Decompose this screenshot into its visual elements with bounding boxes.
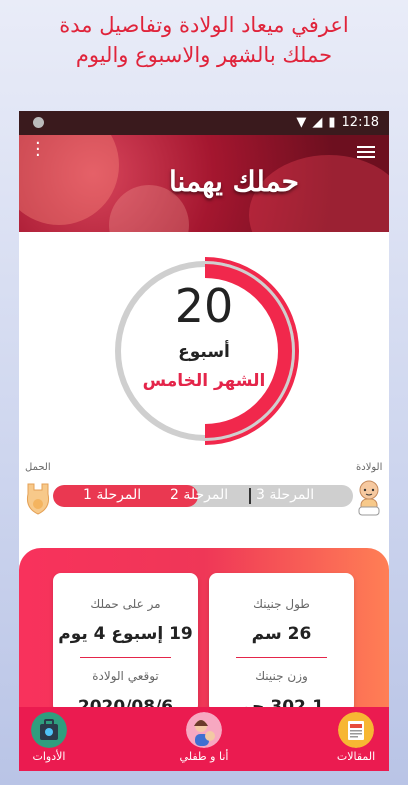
pregnancy-start-label: الحمل xyxy=(25,462,51,473)
hamburger-menu-icon[interactable] xyxy=(357,143,375,161)
status-time: 12:18 xyxy=(341,115,379,130)
nav-articles[interactable]: المقالات xyxy=(316,707,389,771)
notification-icon xyxy=(33,117,44,128)
card-divider xyxy=(80,657,171,658)
elapsed-value: 19 إسبوع 4 يوم xyxy=(58,624,193,644)
toolbox-icon xyxy=(31,712,67,748)
pregnancy-info-card: مر على حملك 19 إسبوع 4 يوم توقعي الولادة… xyxy=(53,573,198,717)
promo-line-1: اعرفي ميعاد الولادة وتفاصيل مدة xyxy=(59,13,349,37)
wifi-icon: ▼ xyxy=(296,115,307,130)
stage-divider xyxy=(249,488,251,504)
due-date-label: توقعي الولادة xyxy=(92,669,159,683)
app-title: حملك يهمنا xyxy=(169,165,299,198)
current-month-label: الشهر الخامس xyxy=(142,371,266,391)
mother-baby-icon xyxy=(186,712,222,748)
phone-screen: ▼ ◢ ▮ 12:18 · · · حملك يهمنا 20 أسبوع الشه… xyxy=(19,111,389,771)
app-header: · · · حملك يهمنا xyxy=(19,135,389,232)
current-week-number: 20 xyxy=(174,279,234,333)
nav-tools-label: الأدوات xyxy=(32,750,66,763)
nav-tools[interactable]: الأدوات xyxy=(19,707,89,771)
promo-line-2: حملك بالشهر والاسبوع واليوم xyxy=(75,43,333,67)
baby-info-card: طول جنينك 26 سم وزن جنينك 302.1 جم xyxy=(209,573,354,717)
nav-articles-label: المقالات xyxy=(336,750,376,763)
stage-2-label: المرحلة 2 xyxy=(170,487,229,503)
nav-me-baby-label: أنا و طفلي xyxy=(179,750,229,763)
status-bar: ▼ ◢ ▮ 12:18 xyxy=(19,111,389,135)
bottom-navigation: الأدوات أنا و طفلي المقالات xyxy=(19,707,389,771)
signal-icon: ◢ xyxy=(312,115,323,130)
more-options-icon[interactable]: · · · xyxy=(35,135,41,165)
battery-icon: ▮ xyxy=(328,115,336,130)
baby-icon xyxy=(358,480,380,516)
stage-3-label: المرحلة 3 xyxy=(256,487,315,503)
week-label: أسبوع xyxy=(178,342,230,362)
articles-icon xyxy=(338,712,374,748)
baby-weight-label: وزن جنينك xyxy=(255,669,308,683)
card-divider xyxy=(236,657,327,658)
header-bokeh xyxy=(19,135,119,225)
elapsed-label: مر على حملك xyxy=(90,597,161,611)
pregnant-belly-icon xyxy=(27,483,49,515)
baby-length-label: طول جنينك xyxy=(253,597,310,611)
promo-caption: اعرفي ميعاد الولادة وتفاصيل مدة حملك بال… xyxy=(0,10,408,70)
stage-1-label: المرحلة 1 xyxy=(83,487,142,503)
birth-end-label: الولادة xyxy=(356,462,383,473)
nav-me-and-baby[interactable]: أنا و طفلي xyxy=(164,707,244,771)
baby-length-value: 26 سم xyxy=(251,624,312,644)
pregnancy-stages-bar: المرحلة 1 المرحلة 2 المرحلة 3 xyxy=(53,485,353,507)
